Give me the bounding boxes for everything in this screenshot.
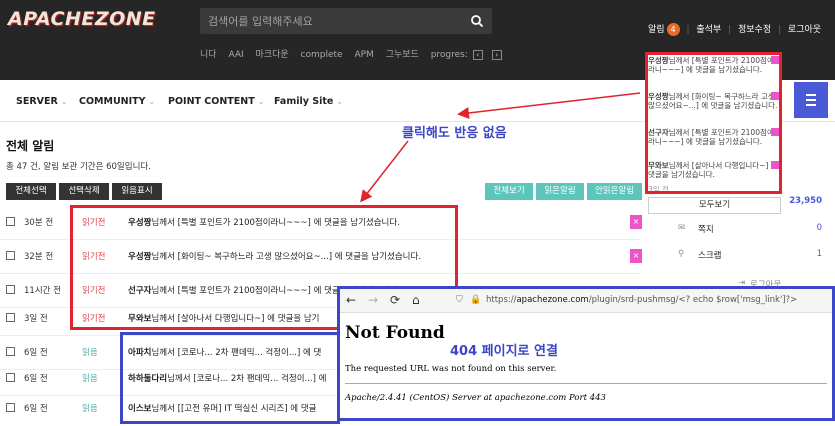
menu-label: POINT CONTENT bbox=[168, 96, 255, 107]
alarm-count-badge: 4 bbox=[666, 23, 680, 36]
quick-link[interactable]: AAI bbox=[228, 50, 243, 60]
quick-link[interactable]: progres: bbox=[431, 50, 468, 60]
divider: | bbox=[778, 25, 782, 35]
page-title: 전체 알림 bbox=[6, 139, 55, 153]
pin-icon: ⚲ bbox=[678, 249, 685, 259]
row-time: 6일 전 bbox=[24, 404, 48, 414]
delete-row-icon[interactable]: × bbox=[630, 215, 642, 229]
row-time: 6일 전 bbox=[24, 374, 48, 384]
hamburger-line bbox=[806, 94, 816, 96]
alarm-link[interactable]: 알림 bbox=[648, 25, 665, 35]
menu-point-content[interactable]: POINT CONTENT ⌄ bbox=[168, 96, 264, 107]
row-checkbox[interactable] bbox=[6, 347, 15, 356]
menu-community[interactable]: COMMUNITY ⌄ bbox=[79, 96, 155, 107]
quick-links: 니다 AAI 마크다운 complete APM 그누보드 progres: ‹… bbox=[200, 47, 511, 60]
quick-link[interactable]: APM bbox=[354, 50, 373, 60]
hamburger-line bbox=[806, 104, 816, 106]
annotation-404: 404 페이지로 연결 bbox=[450, 344, 558, 359]
row-time: 30분 전 bbox=[24, 218, 54, 228]
memo-count: 0 bbox=[816, 223, 822, 233]
chevron-down-icon: ⌄ bbox=[60, 97, 68, 106]
menu-server[interactable]: SERVER ⌄ bbox=[16, 96, 68, 107]
annotation-red-box-popup bbox=[645, 52, 782, 194]
annotation-no-response: 클릭해도 반응 없음 bbox=[402, 126, 507, 141]
row-checkbox[interactable] bbox=[6, 373, 15, 382]
select-all-button[interactable]: 전체선택 bbox=[6, 183, 56, 200]
row-status: 읽음 bbox=[82, 348, 98, 358]
row-checkbox[interactable] bbox=[6, 285, 15, 294]
quick-link[interactable]: 그누보드 bbox=[386, 50, 419, 60]
row-checkbox[interactable] bbox=[6, 251, 15, 260]
annotation-blue-box-read bbox=[120, 332, 340, 424]
chevron-down-icon: ⌄ bbox=[336, 97, 344, 106]
user-nav: 알림 4 | 출석부 | 정보수정 | 로그아웃 bbox=[648, 22, 821, 36]
hamburger-line bbox=[806, 99, 816, 101]
row-checkbox[interactable] bbox=[6, 403, 15, 412]
divider: | bbox=[728, 25, 732, 35]
quick-link[interactable]: 마크다운 bbox=[256, 50, 289, 60]
edit-info-link[interactable]: 정보수정 bbox=[738, 25, 771, 35]
row-status: 읽음 bbox=[82, 374, 98, 384]
delete-row-icon[interactable]: × bbox=[630, 249, 642, 263]
site-logo[interactable]: APACHEZONE bbox=[8, 8, 156, 30]
row-time: 32분 전 bbox=[24, 252, 54, 262]
next-arrow-icon[interactable]: › bbox=[491, 50, 502, 60]
prev-arrow-icon[interactable]: ‹ bbox=[472, 50, 483, 60]
row-checkbox[interactable] bbox=[6, 217, 15, 226]
search-box bbox=[200, 8, 492, 34]
memo-label: 쪽지 bbox=[698, 225, 714, 235]
menu-label: Family Site bbox=[274, 96, 334, 107]
arrow-red-diag bbox=[360, 140, 409, 203]
menu-label: COMMUNITY bbox=[79, 96, 146, 107]
row-status: 읽음 bbox=[82, 404, 98, 414]
delete-selected-button[interactable]: 선택삭제 bbox=[59, 183, 109, 200]
view-all-popup-button[interactable]: 모두보기 bbox=[648, 197, 781, 214]
row-time: 11시간 전 bbox=[24, 286, 61, 296]
attendance-link[interactable]: 출석부 bbox=[696, 25, 721, 35]
divider: | bbox=[686, 25, 690, 35]
menu-family-site[interactable]: Family Site ⌄ bbox=[274, 96, 343, 107]
search-input[interactable] bbox=[208, 13, 458, 29]
quick-link[interactable]: 니다 bbox=[200, 50, 217, 60]
view-all-button[interactable]: 전체보기 bbox=[485, 183, 533, 200]
menu-label: SERVER bbox=[16, 96, 58, 107]
read-alerts-button[interactable]: 읽은알림 bbox=[536, 183, 584, 200]
row-time: 3일 전 bbox=[24, 314, 48, 324]
row-time: 6일 전 bbox=[24, 348, 48, 358]
page-summary: 총 47 건, 알림 보관 기간은 60일입니다. bbox=[6, 162, 151, 172]
quick-link[interactable]: complete bbox=[301, 50, 343, 60]
row-checkbox[interactable] bbox=[6, 313, 15, 322]
hamburger-menu-button[interactable] bbox=[794, 82, 828, 118]
scrap-count: 1 bbox=[816, 249, 822, 259]
annotation-blue-box-browser bbox=[337, 286, 835, 421]
envelope-icon: ✉ bbox=[678, 223, 686, 233]
search-icon[interactable] bbox=[470, 14, 484, 28]
logout-link[interactable]: 로그아웃 bbox=[788, 25, 821, 35]
chevron-down-icon: ⌄ bbox=[257, 97, 265, 106]
chevron-down-icon: ⌄ bbox=[148, 97, 156, 106]
scrap-label: 스크랩 bbox=[698, 251, 722, 261]
unread-alerts-button[interactable]: 안읽은알림 bbox=[587, 183, 642, 200]
mark-read-button[interactable]: 읽음표시 bbox=[112, 183, 162, 200]
points-value: 23,950 bbox=[789, 196, 822, 206]
